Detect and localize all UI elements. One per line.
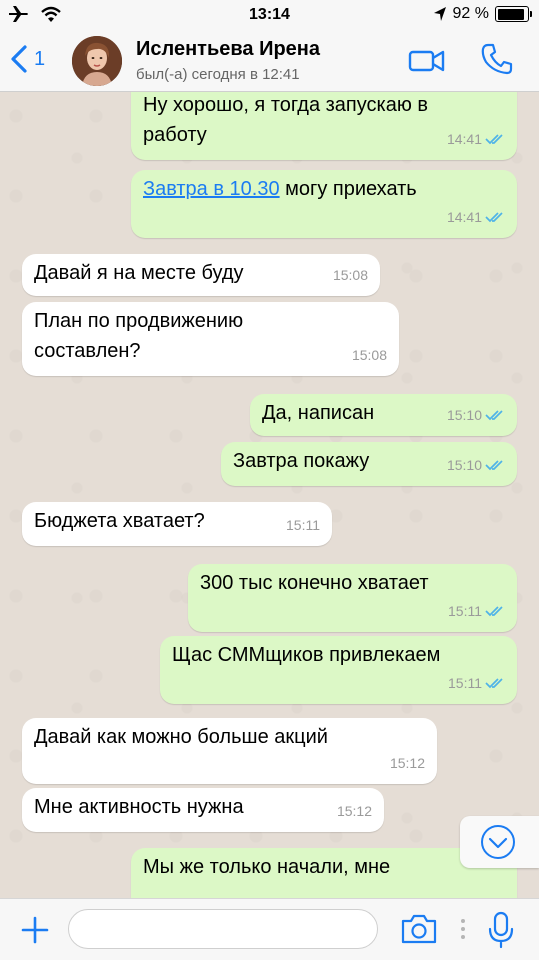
message-text: Давай как можно больше акций	[34, 726, 328, 748]
message-meta: 15:12	[337, 796, 372, 826]
read-receipt-icon	[485, 606, 503, 617]
read-receipt-icon	[485, 460, 503, 471]
message-text: Завтра покажу	[233, 450, 370, 472]
battery-fill	[497, 8, 525, 20]
message-text: работу	[143, 124, 207, 146]
more-dots-icon	[461, 919, 465, 939]
chevron-down-circle-icon	[481, 825, 515, 859]
message-bubble-outgoing[interactable]: Завтра в 10.30 могу приехать 14:41	[131, 170, 517, 238]
chevron-left-icon	[11, 45, 27, 73]
message-meta: 15:12	[390, 748, 425, 778]
message-bubble-incoming[interactable]: План по продвижению составлен? 15:08	[22, 302, 399, 376]
message-text: План по продвижению	[34, 310, 244, 332]
message-bubble-outgoing[interactable]: Ну хорошо, я тогда запускаю в работу 14:…	[131, 92, 517, 160]
message-meta: 15:08	[352, 340, 387, 370]
plus-icon[interactable]	[20, 915, 50, 945]
message-input[interactable]	[68, 909, 378, 949]
message-bubble-incoming[interactable]: Давай я на месте буду 15:08	[22, 254, 380, 296]
read-receipt-icon	[485, 410, 503, 421]
message-meta: 15:11	[286, 510, 320, 540]
chat-area[interactable]: Ну хорошо, я тогда запускаю в работу 14:…	[0, 92, 539, 898]
avatar[interactable]	[72, 36, 122, 86]
camera-icon[interactable]	[400, 913, 438, 945]
message-time: 15:12	[389, 755, 425, 771]
avatar-photo	[72, 36, 122, 86]
input-bar	[0, 898, 539, 960]
contact-name[interactable]: Ислентьева Ирена	[136, 38, 320, 61]
message-text: 300 тыс конечно хватает	[200, 572, 429, 594]
status-bar: 13:14 92 %	[0, 0, 539, 30]
battery-percent: 92 %	[452, 5, 489, 22]
back-button[interactable]: 1	[10, 44, 45, 74]
message-bubble-outgoing[interactable]: 300 тыс конечно хватает 15:11	[188, 564, 517, 632]
date-link[interactable]: Завтра в 10.30	[143, 178, 280, 200]
message-time: 14:41	[446, 209, 482, 225]
message-text: Мне активность нужна	[34, 796, 244, 818]
contact-last-seen: был(-а) сегодня в 12:41	[136, 66, 300, 83]
message-text: Бюджета хватает?	[34, 510, 205, 532]
message-text: составлен?	[34, 340, 141, 362]
scroll-to-bottom-button[interactable]	[460, 816, 539, 868]
message-text: Давай я на месте буду	[34, 262, 244, 284]
message-time: 15:08	[332, 267, 368, 283]
message-meta: 15:10	[447, 450, 505, 480]
message-bubble-outgoing[interactable]: Да, написан 15:10	[250, 394, 517, 436]
back-unread-count: 1	[34, 47, 46, 70]
message-time: 15:11	[448, 603, 482, 619]
phone-icon[interactable]	[480, 42, 514, 76]
message-time: 15:11	[448, 675, 482, 691]
message-text: Завтра в 10.30 могу приехать	[143, 174, 417, 204]
read-receipt-icon	[485, 678, 503, 689]
message-meta: 15:11	[448, 596, 505, 626]
read-receipt-icon	[485, 134, 503, 145]
message-time: 15:10	[446, 457, 482, 473]
microphone-icon[interactable]	[487, 911, 515, 949]
location-arrow-icon	[433, 7, 446, 21]
message-text: Мы же только начали, мне	[143, 856, 391, 878]
message-bubble-outgoing[interactable]: Щас СММщиков привлекаем 15:11	[160, 636, 517, 704]
message-meta: 14:41	[447, 202, 505, 232]
message-time: 15:11	[286, 517, 320, 533]
status-right: 92 %	[433, 5, 532, 23]
chat-header: 1 Ислентьева Ирена был(-а) сегодня в 12:…	[0, 30, 539, 92]
message-meta: 15:08	[333, 260, 368, 290]
message-meta: 15:10	[447, 400, 505, 430]
message-text: Да, написан	[262, 402, 375, 424]
message-bubble-incoming[interactable]: Бюджета хватает? 15:11	[22, 502, 332, 546]
video-call-icon[interactable]	[408, 46, 446, 76]
battery-icon	[495, 6, 532, 22]
message-bubble-incoming[interactable]: Давай как можно больше акций 15:12	[22, 718, 437, 784]
message-bubble-outgoing[interactable]: Завтра покажу 15:10	[221, 442, 517, 486]
message-time: 15:10	[446, 407, 482, 423]
message-bubble-incoming[interactable]: Мне активность нужна 15:12	[22, 788, 384, 832]
message-text: Щас СММщиков привлекаем	[172, 644, 441, 666]
message-time: 15:08	[351, 347, 387, 363]
message-meta: 14:41	[447, 124, 505, 154]
message-meta: 15:11	[448, 668, 505, 698]
read-receipt-icon	[485, 212, 503, 223]
message-text-rest: могу приехать	[279, 178, 417, 200]
message-time: 15:12	[336, 803, 372, 819]
message-time: 14:41	[446, 131, 482, 147]
message-text: Ну хорошо, я тогда запускаю в	[143, 94, 429, 116]
